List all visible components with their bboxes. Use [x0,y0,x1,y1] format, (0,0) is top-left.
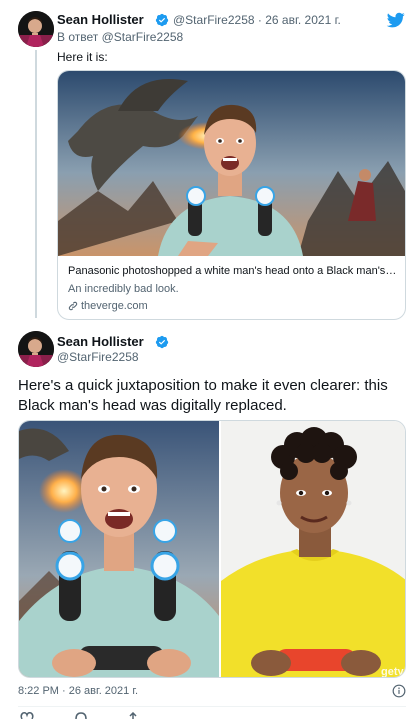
tweet-text: Here it is: [57,50,108,64]
card-domain[interactable]: theverge.com [68,300,148,312]
avatar[interactable] [18,11,54,47]
card-domain-text: theverge.com [81,300,148,312]
tweet-actions-row [18,712,218,719]
thread-connector-line [35,50,37,318]
tweet-timestamp[interactable]: 8:22 PM · 26 авг. 2021 г. [18,685,138,697]
tweet-date: 26 авг. 2021 г. [68,685,139,697]
author-name[interactable]: Sean Hollister [57,12,144,27]
author-handle[interactable]: @StarFire2258 [173,13,255,27]
photo-right-original: gety [221,421,405,678]
stock-watermark: gety [381,666,405,678]
avatar[interactable] [18,331,54,367]
reply-to-prefix: В ответ [57,30,99,44]
author-name[interactable]: Sean Hollister [57,334,144,349]
verified-badge-icon [155,13,169,27]
avatar-image [18,331,54,367]
twitter-bird-icon[interactable] [386,11,406,29]
reply-icon[interactable] [74,712,88,719]
share-icon[interactable] [126,712,140,719]
verified-badge-icon [155,335,169,349]
heart-icon[interactable] [20,712,34,719]
photo-left-edited [19,421,219,677]
tweet-meta: @StarFire2258 · 26 авг. 2021 г. [173,13,341,27]
card-title: Panasonic photoshopped a white man's hea… [68,265,398,277]
tweet-text: Here's a quick juxtaposition to make it … [18,377,388,414]
tweet-date[interactable]: 26 авг. 2021 г. [265,13,341,27]
reply-to-handle[interactable]: @StarFire2258 [102,30,184,44]
divider [18,706,406,707]
info-icon[interactable] [392,684,406,698]
link-preview-card[interactable]: Panasonic photoshopped a white man's hea… [57,70,406,320]
reply-to-line: В ответ @StarFire2258 [57,30,183,44]
avatar-image [18,11,54,47]
card-image [58,71,405,256]
comparison-photo[interactable]: gety [18,420,406,678]
meta-separator: · [257,13,262,27]
card-description: An incredibly bad look. [68,283,179,295]
author-handle[interactable]: @StarFire2258 [57,350,139,364]
tweet-time: 8:22 PM [18,685,59,697]
meta-separator: · [62,685,66,697]
link-icon [68,301,78,311]
